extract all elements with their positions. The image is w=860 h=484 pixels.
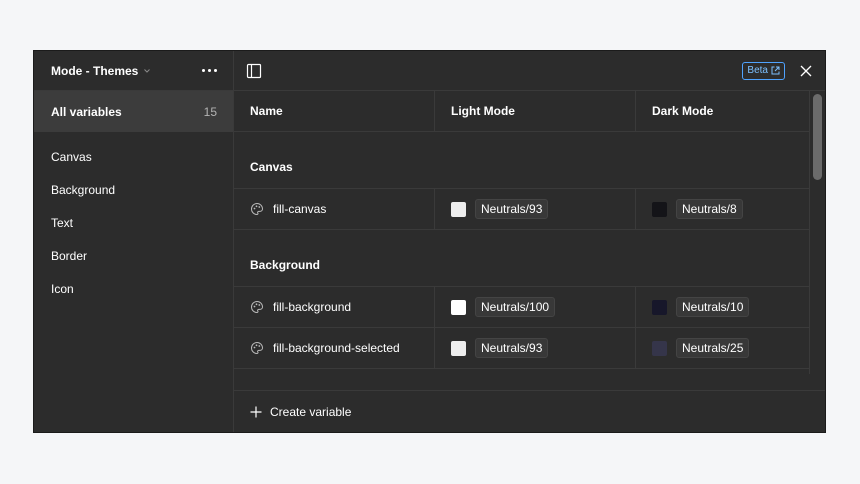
sidebar-item-label: Border bbox=[51, 248, 88, 263]
sidebar-item-border[interactable]: Border bbox=[34, 239, 233, 272]
palette-icon bbox=[251, 300, 264, 314]
main-content: Beta Name Light Mode Dark Mode Canvas fi… bbox=[234, 51, 825, 432]
table-row[interactable]: fill-background-selected Neutrals/93 Neu… bbox=[234, 328, 809, 369]
palette-icon bbox=[251, 341, 264, 355]
vertical-scrollbar[interactable] bbox=[809, 91, 825, 374]
column-header-dark-mode[interactable]: Dark Mode bbox=[636, 91, 809, 131]
sidebar-item-label: All variables bbox=[51, 104, 122, 119]
variable-count: 15 bbox=[203, 104, 217, 119]
chevron-down-icon[interactable] bbox=[143, 67, 151, 75]
sidebar-item-text[interactable]: Text bbox=[34, 206, 233, 239]
table-row[interactable]: fill-canvas Neutrals/93 Neutrals/8 bbox=[234, 189, 809, 230]
collection-title[interactable]: Mode - Themes bbox=[51, 64, 138, 78]
beta-label: Beta bbox=[747, 65, 768, 76]
backdrop: Mode - Themes All variables 15 Canvas Ba… bbox=[0, 0, 860, 484]
sidebar-item-icon[interactable]: Icon bbox=[34, 272, 233, 305]
light-mode-value-cell[interactable]: Neutrals/93 bbox=[435, 328, 636, 368]
sidebar-item-label: Icon bbox=[51, 281, 74, 296]
sidebar-item-background[interactable]: Background bbox=[34, 173, 233, 206]
group-header-canvas: Canvas bbox=[234, 132, 809, 189]
top-bar: Beta bbox=[234, 51, 825, 91]
value-chip[interactable]: Neutrals/100 bbox=[475, 297, 556, 317]
variable-name: fill-background-selected bbox=[273, 341, 400, 355]
panel-toggle-icon[interactable] bbox=[246, 63, 262, 79]
color-swatch bbox=[451, 299, 466, 315]
light-mode-value-cell[interactable]: Neutrals/100 bbox=[435, 287, 636, 327]
value-chip[interactable]: Neutrals/93 bbox=[475, 199, 549, 219]
sidebar-item-all-variables[interactable]: All variables 15 bbox=[34, 91, 233, 132]
palette-icon bbox=[251, 202, 264, 216]
value-chip[interactable]: Neutrals/93 bbox=[475, 338, 549, 358]
color-swatch bbox=[652, 340, 667, 356]
sidebar-header: Mode - Themes bbox=[34, 51, 233, 91]
sidebar: Mode - Themes All variables 15 Canvas Ba… bbox=[34, 51, 234, 432]
variable-name: fill-background bbox=[273, 300, 352, 314]
sidebar-group-list: Canvas Background Text Border Icon bbox=[34, 132, 233, 305]
variables-panel: Mode - Themes All variables 15 Canvas Ba… bbox=[33, 50, 826, 433]
table-row[interactable]: fill-background Neutrals/100 Neutrals/10 bbox=[234, 287, 809, 328]
plus-icon bbox=[250, 406, 262, 417]
beta-badge[interactable]: Beta bbox=[742, 61, 785, 80]
variable-name-cell: fill-background bbox=[234, 287, 435, 327]
color-swatch bbox=[451, 201, 466, 217]
column-header-name[interactable]: Name bbox=[234, 91, 435, 131]
column-header-light-mode[interactable]: Light Mode bbox=[435, 91, 636, 131]
variable-name-cell: fill-background-selected bbox=[234, 328, 435, 368]
scrollbar-thumb[interactable] bbox=[813, 94, 822, 180]
dark-mode-value-cell[interactable]: Neutrals/8 bbox=[636, 189, 809, 229]
group-header-background: Background bbox=[234, 230, 809, 287]
color-swatch bbox=[652, 299, 667, 315]
sidebar-item-label: Canvas bbox=[51, 149, 92, 164]
variables-table: Name Light Mode Dark Mode Canvas fill-ca… bbox=[234, 91, 809, 390]
variable-name-cell: fill-canvas bbox=[234, 189, 435, 229]
color-swatch bbox=[451, 340, 466, 356]
sidebar-item-canvas[interactable]: Canvas bbox=[34, 140, 233, 173]
create-variable-button[interactable]: Create variable bbox=[234, 390, 825, 432]
value-chip[interactable]: Neutrals/8 bbox=[676, 199, 743, 219]
create-variable-label: Create variable bbox=[270, 404, 352, 419]
variable-name: fill-canvas bbox=[273, 202, 327, 216]
external-link-icon bbox=[771, 66, 780, 75]
close-icon[interactable] bbox=[799, 64, 813, 78]
dark-mode-value-cell[interactable]: Neutrals/25 bbox=[636, 328, 809, 368]
table-header: Name Light Mode Dark Mode bbox=[234, 91, 809, 132]
sidebar-item-label: Text bbox=[51, 215, 74, 230]
value-chip[interactable]: Neutrals/10 bbox=[676, 297, 750, 317]
dark-mode-value-cell[interactable]: Neutrals/10 bbox=[636, 287, 809, 327]
light-mode-value-cell[interactable]: Neutrals/93 bbox=[435, 189, 636, 229]
sidebar-item-label: Background bbox=[51, 182, 116, 197]
value-chip[interactable]: Neutrals/25 bbox=[676, 338, 750, 358]
color-swatch bbox=[652, 201, 667, 217]
more-options-icon[interactable] bbox=[198, 65, 221, 76]
